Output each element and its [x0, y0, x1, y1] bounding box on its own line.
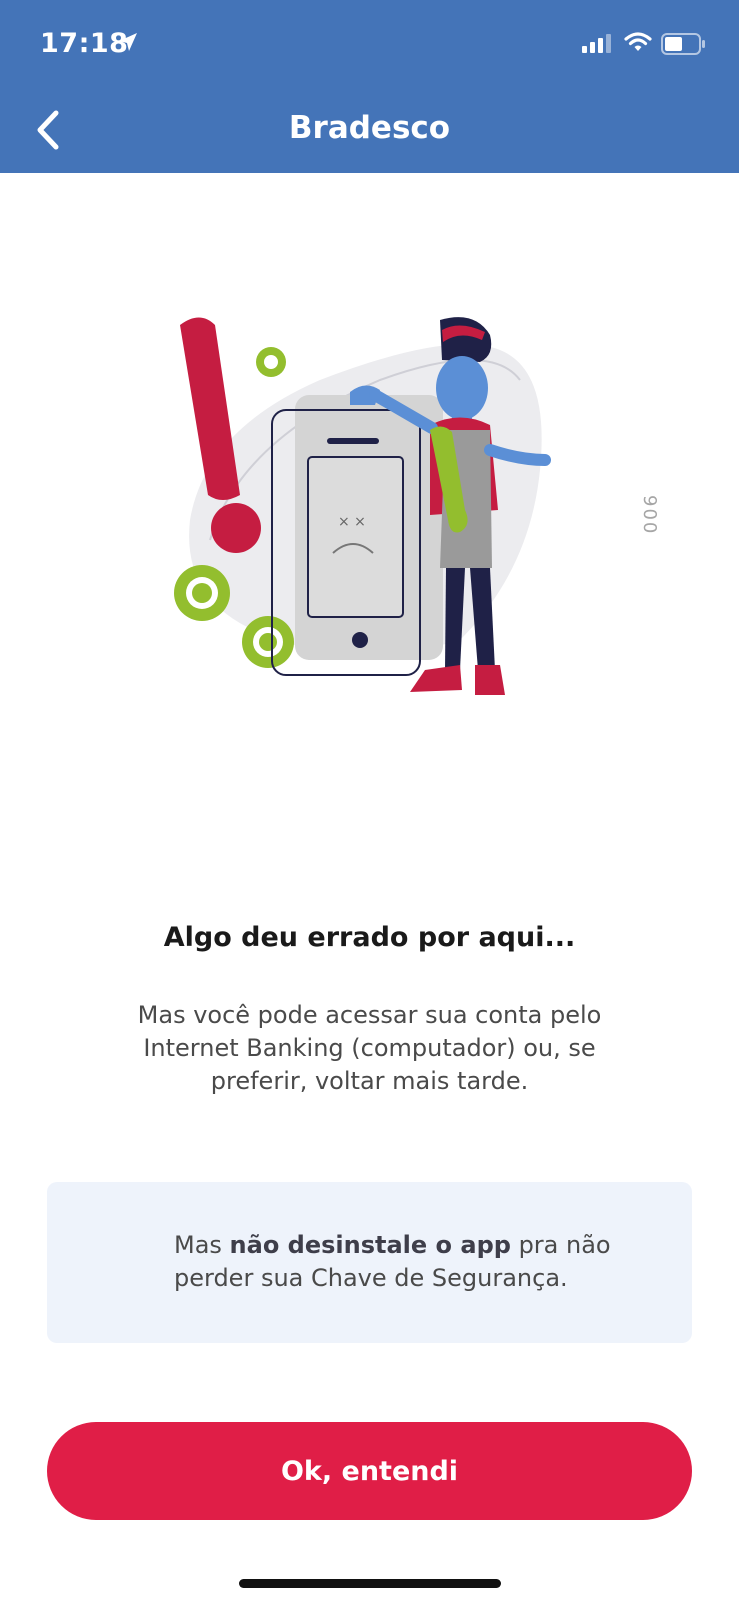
header-bar: 17:18 Bradesco	[0, 0, 739, 173]
notice-prefix: Mas	[174, 1231, 230, 1259]
battery-icon	[661, 33, 705, 55]
status-time: 17:18	[40, 28, 129, 59]
notice-text: Mas não desinstale o app pra não perder …	[174, 1229, 654, 1295]
location-arrow-icon	[119, 33, 137, 51]
error-illustration: × ×	[174, 317, 551, 695]
error-title: Algo deu errado por aqui...	[163, 922, 576, 953]
home-indicator[interactable]	[239, 1579, 501, 1588]
signal-icon	[582, 34, 611, 53]
notice-box: Mas não desinstale o app pra não perder …	[47, 1182, 692, 1343]
svg-text:× ×: × ×	[338, 514, 366, 530]
version-code: 900	[639, 495, 660, 536]
page-title: Bradesco	[288, 110, 451, 146]
ok-button[interactable]: Ok, entendi	[47, 1422, 692, 1520]
error-message: Mas você pode acessar sua conta pelo Int…	[137, 1001, 602, 1095]
notice-bold: não desinstale o app	[229, 1231, 511, 1259]
wifi-icon	[624, 32, 652, 51]
